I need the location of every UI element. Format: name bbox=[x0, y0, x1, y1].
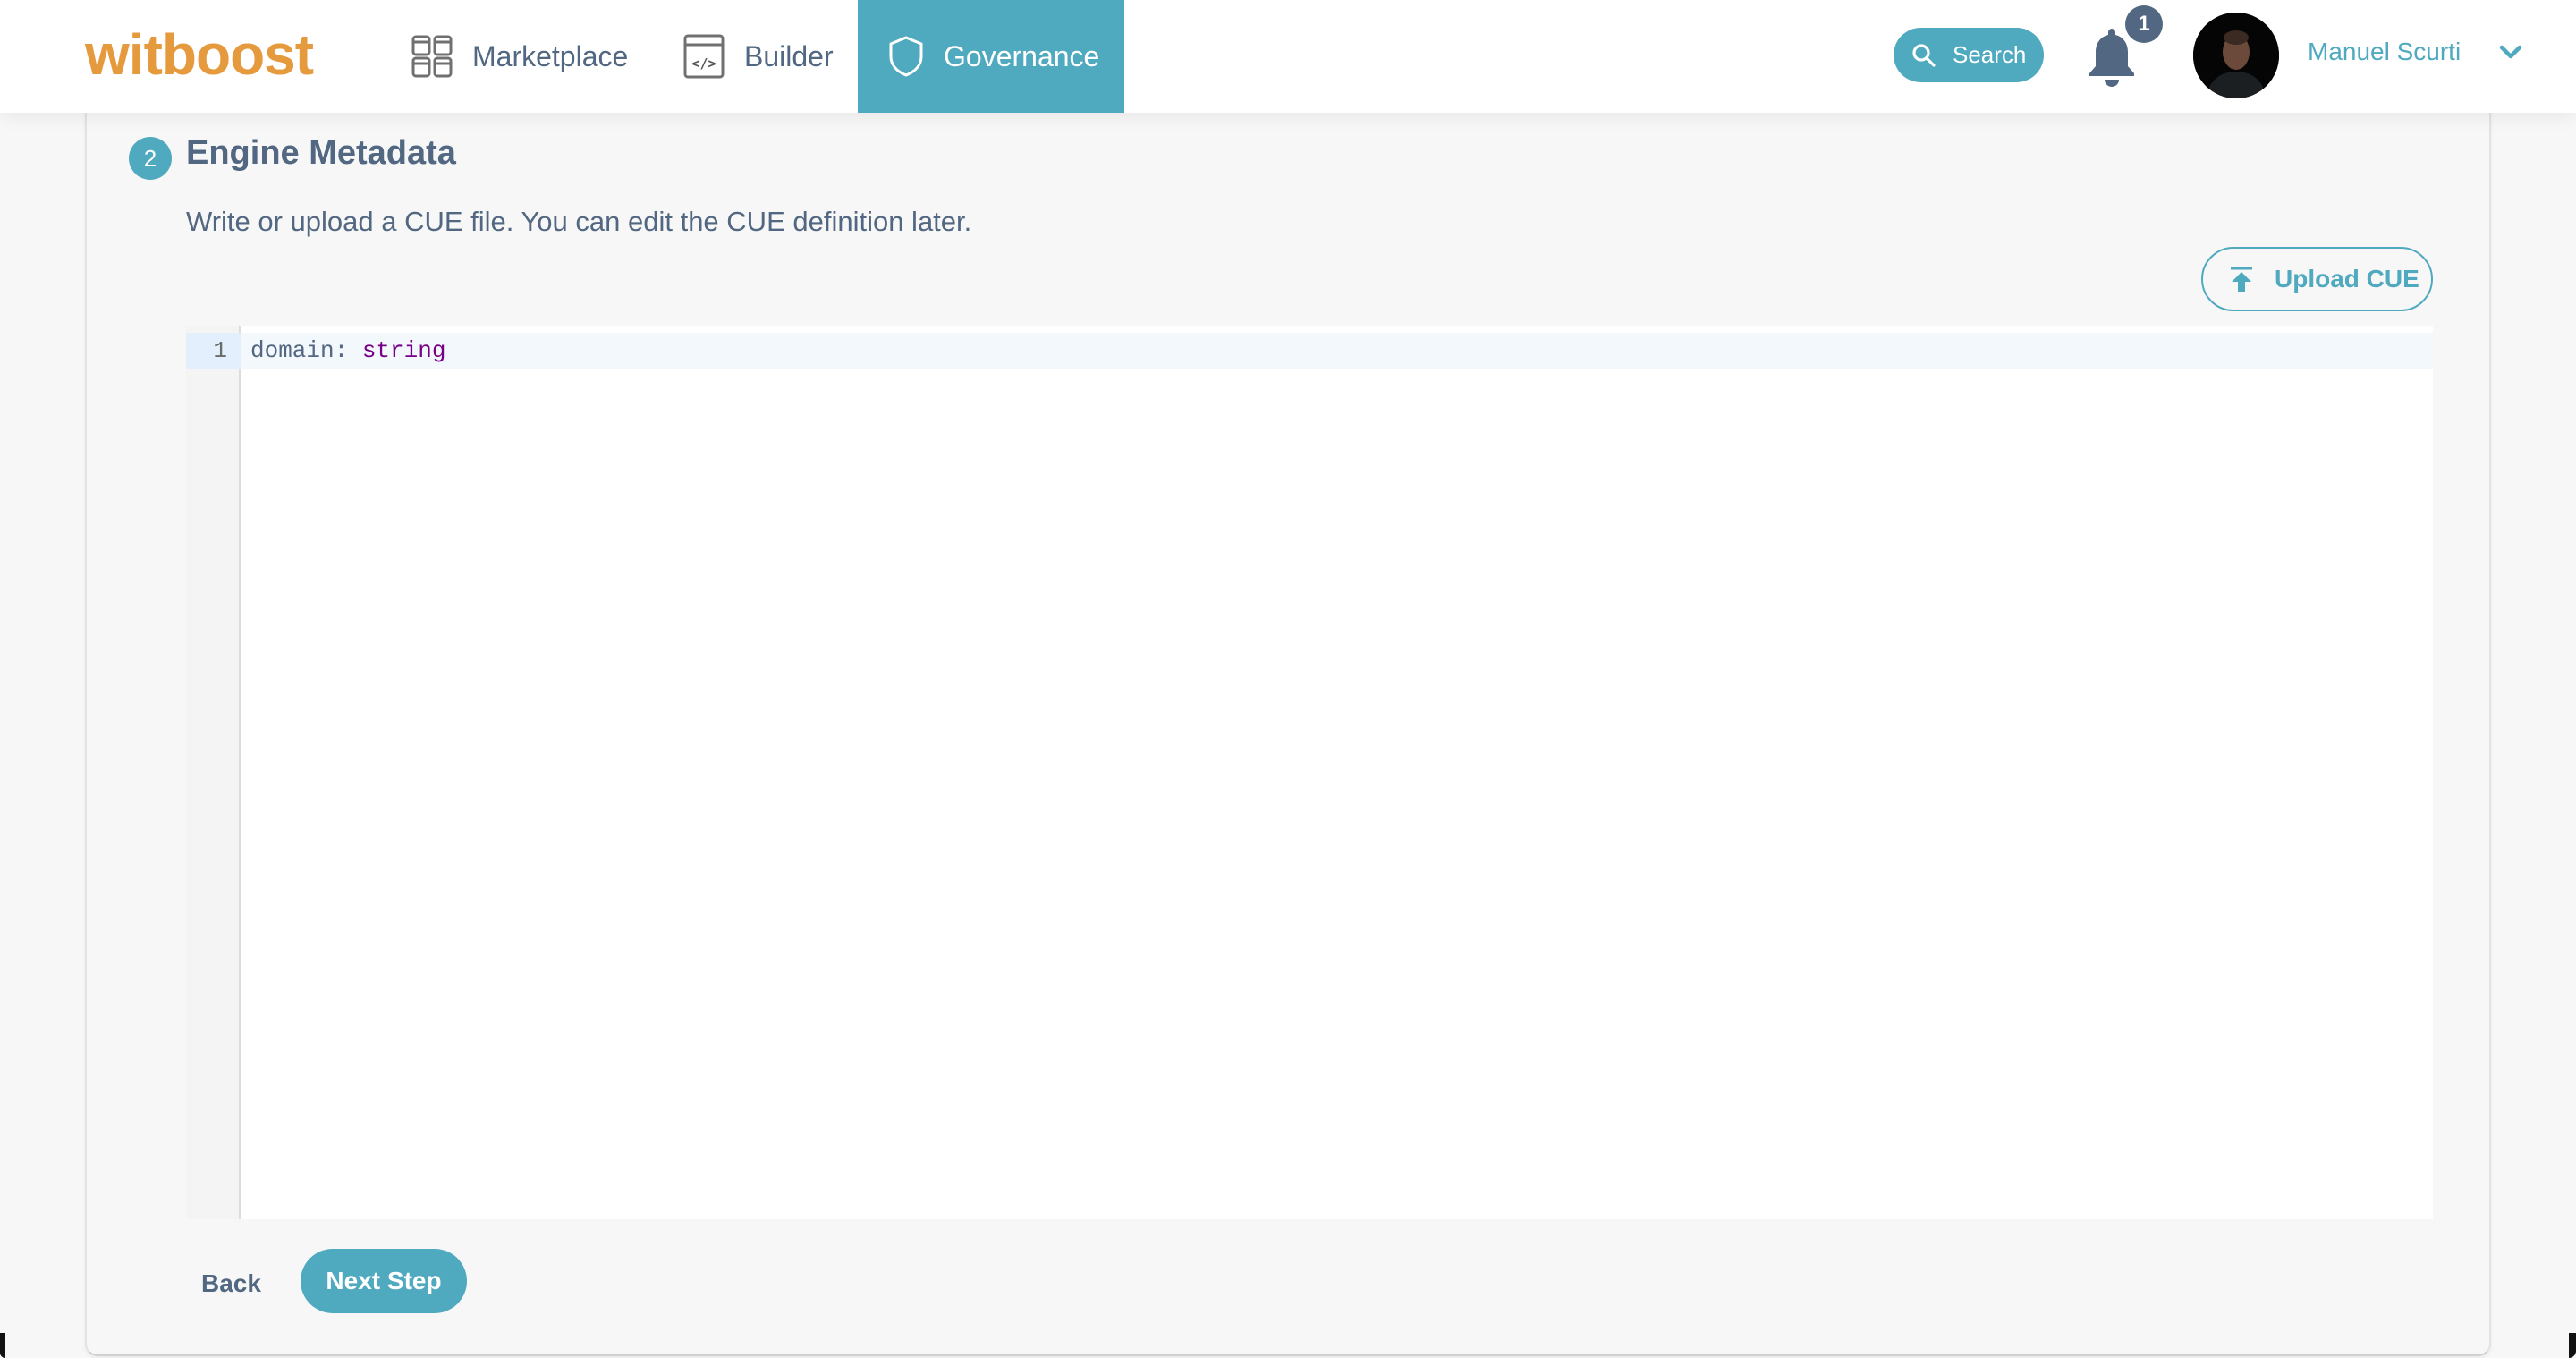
nav-tab-governance[interactable]: Governance bbox=[858, 0, 1124, 113]
step-description: Write or upload a CUE file. You can edit… bbox=[186, 206, 972, 237]
code-token-key: domain: bbox=[250, 337, 362, 364]
code-token-type: string bbox=[361, 337, 446, 364]
nav-tab-governance-label: Governance bbox=[944, 39, 1100, 72]
step-title: Engine Metadata bbox=[186, 134, 456, 172]
chevron-down-icon[interactable] bbox=[2497, 43, 2524, 65]
search-button[interactable]: Search bbox=[1894, 28, 2044, 82]
bell-icon bbox=[2084, 29, 2140, 91]
marketplace-grid-icon bbox=[411, 35, 453, 78]
user-name[interactable]: Manuel Scurti bbox=[2308, 38, 2461, 66]
next-step-button[interactable]: Next Step bbox=[301, 1249, 467, 1313]
search-icon bbox=[1911, 43, 1936, 68]
cue-code-editor[interactable]: 1 domain: string bbox=[186, 326, 2433, 1219]
upload-cue-button[interactable]: Upload CUE bbox=[2201, 247, 2433, 311]
user-avatar[interactable] bbox=[2193, 13, 2279, 98]
nav-tab-marketplace[interactable]: Marketplace bbox=[411, 0, 628, 113]
active-line-highlight bbox=[186, 333, 2433, 369]
search-button-label: Search bbox=[1953, 41, 2027, 68]
notification-count-badge: 1 bbox=[2125, 5, 2163, 43]
nav-tab-marketplace-label: Marketplace bbox=[472, 39, 629, 72]
witboost-logo[interactable]: witboost bbox=[85, 23, 314, 86]
editor-gutter bbox=[186, 326, 242, 1219]
line-number: 1 bbox=[213, 337, 227, 364]
code-line[interactable]: domain: string bbox=[250, 333, 445, 369]
nav-tab-builder[interactable]: </> Builder bbox=[683, 0, 834, 113]
top-navigation-bar: witboost Marketplace </> Builder Governa… bbox=[0, 0, 2576, 113]
step-number-badge: 2 bbox=[129, 137, 172, 180]
back-button[interactable]: Back bbox=[201, 1252, 261, 1315]
window-corner bbox=[2569, 1333, 2576, 1358]
builder-code-icon: </> bbox=[683, 34, 724, 79]
window-corner bbox=[0, 1333, 5, 1358]
upload-cue-label: Upload CUE bbox=[2275, 265, 2419, 293]
upload-icon bbox=[2230, 266, 2253, 293]
shield-icon bbox=[888, 35, 924, 78]
svg-text:</>: </> bbox=[691, 55, 716, 72]
nav-tab-builder-label: Builder bbox=[744, 39, 834, 72]
